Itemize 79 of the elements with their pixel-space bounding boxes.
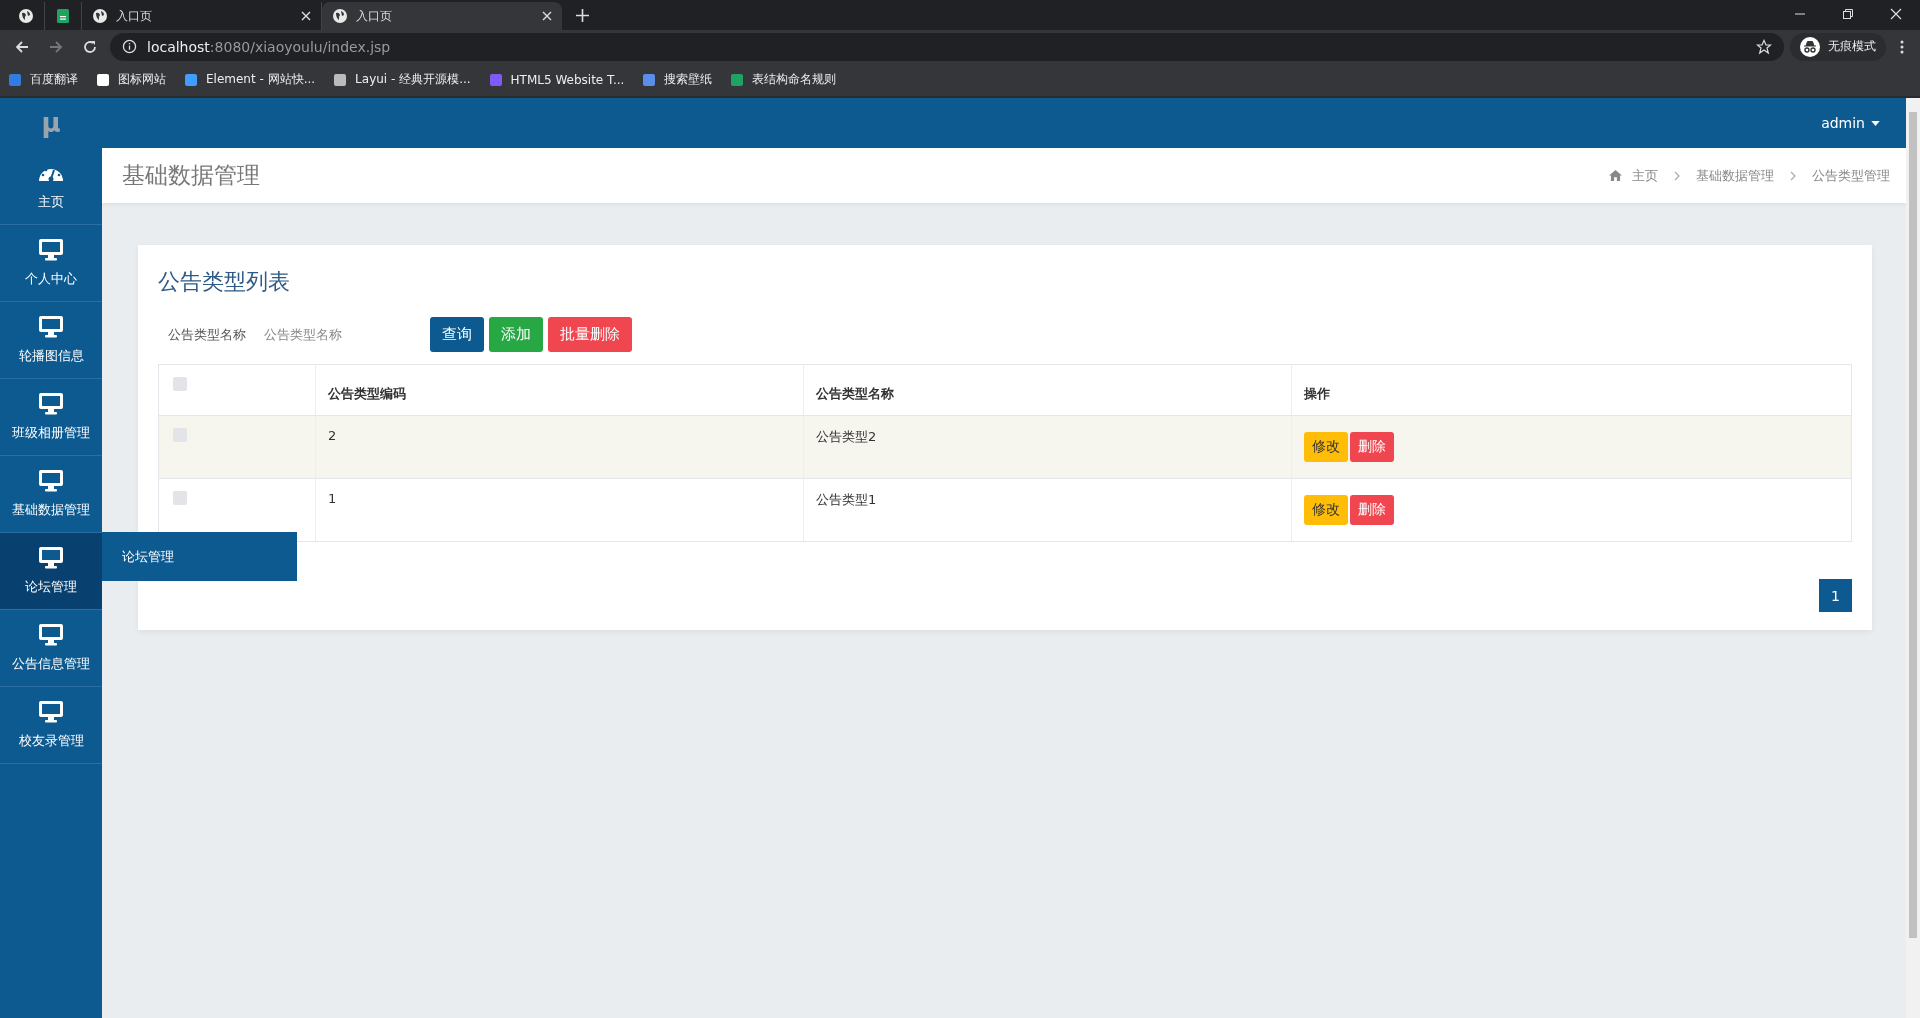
incognito-button[interactable]: 无痕模式 (1790, 32, 1886, 61)
incognito-icon (1800, 36, 1820, 57)
tab-title: 入口页 (356, 7, 393, 25)
reload-icon[interactable] (82, 38, 98, 55)
page-title: 基础数据管理 (122, 161, 260, 190)
monitor-icon (37, 700, 65, 724)
breadcrumb-link[interactable]: 基础数据管理 (1696, 166, 1774, 185)
close-icon[interactable] (542, 11, 552, 21)
new-tab-icon[interactable] (576, 9, 589, 22)
checkbox[interactable] (173, 491, 187, 505)
bookmark-icon (730, 72, 745, 87)
column-header: 公告类型编码 (316, 365, 804, 415)
bookmark-icon (184, 72, 198, 87)
breadcrumb-link[interactable]: 公告类型管理 (1812, 166, 1890, 185)
page-button[interactable]: 1 (1819, 579, 1852, 612)
bookmark-icon (333, 72, 348, 87)
bookmark-icon (8, 72, 22, 87)
user-menu[interactable]: admin (1821, 115, 1880, 131)
bookmark-icon (488, 72, 503, 87)
monitor-icon (37, 546, 65, 570)
action-button[interactable]: 查询 (430, 317, 484, 352)
bookmark[interactable]: Layui - 经典开源模... (333, 71, 471, 88)
monitor-icon (37, 238, 65, 262)
bookmark[interactable]: 搜索壁纸 (642, 71, 713, 88)
url-text: localhost:8080/xiaoyoulu/index.jsp (147, 38, 391, 55)
globe-icon (92, 8, 108, 24)
monitor-icon (37, 623, 65, 647)
sidebar-item[interactable]: 个人中心 (0, 225, 102, 302)
sidebar-item[interactable]: 公告信息管理 (0, 610, 102, 687)
globe-icon (18, 8, 34, 24)
browser-tab[interactable]: 入口页 (322, 2, 562, 30)
edit-button[interactable]: 修改 (1304, 495, 1348, 525)
submenu-item[interactable]: 论坛管理 (102, 532, 297, 581)
restore-icon[interactable] (1842, 8, 1854, 20)
monitor-icon (37, 392, 65, 416)
delete-button[interactable]: 删除 (1350, 432, 1394, 462)
info-icon (122, 39, 137, 54)
chevron-icon (1790, 170, 1796, 181)
card-title: 公告类型列表 (158, 268, 291, 296)
sidebar-item[interactable]: 轮播图信息 (0, 302, 102, 379)
caret-icon (1871, 120, 1880, 126)
close-icon[interactable] (301, 11, 311, 21)
forward-icon[interactable] (48, 38, 64, 55)
delete-button[interactable]: 删除 (1350, 495, 1394, 525)
table-cell: 2 (316, 416, 804, 478)
back-icon[interactable] (14, 38, 30, 55)
bookmark[interactable]: 百度翻译 (8, 71, 78, 88)
address-bar[interactable]: localhost:8080/xiaoyoulu/index.jsp (110, 32, 1784, 61)
close-icon[interactable] (1890, 8, 1902, 20)
bookmark[interactable]: HTML5 Website T... (488, 72, 625, 87)
edit-button[interactable]: 修改 (1304, 432, 1348, 462)
monitor-icon (37, 315, 65, 339)
chevron-icon (1674, 170, 1680, 181)
monitor-icon (37, 469, 65, 493)
sidebar-item[interactable]: 校友录管理 (0, 687, 102, 764)
bookmark[interactable]: Element - 网站快... (184, 71, 316, 88)
more-icon[interactable] (1900, 38, 1904, 55)
globe-icon (332, 8, 348, 24)
bookmark-icon (642, 72, 657, 87)
field-label: 公告类型名称 (168, 325, 246, 344)
table-cell: 1 (316, 479, 804, 541)
breadcrumb-link[interactable]: 主页 (1632, 166, 1658, 185)
bookmark[interactable]: 表结构命名规则 (730, 71, 837, 88)
table-cell: 公告类型2 (804, 416, 1292, 478)
column-header: 操作 (1303, 385, 1331, 403)
column-header: 公告类型名称 (804, 365, 1292, 415)
home-icon (1609, 170, 1622, 181)
sidebar-item[interactable]: 班级相册管理 (0, 379, 102, 456)
spreadsheet-icon (55, 8, 71, 24)
star-icon[interactable] (1756, 38, 1772, 55)
bookmark-icon (96, 72, 110, 87)
table-cell: 公告类型1 (804, 479, 1292, 541)
bookmark[interactable]: 图标网站 (96, 71, 166, 88)
scrollbar[interactable] (1906, 98, 1920, 1018)
tab-title: 入口页 (116, 7, 153, 25)
logo: μ (40, 107, 62, 140)
checkbox[interactable] (173, 377, 187, 391)
sidebar-item[interactable]: 论坛管理 (0, 533, 102, 610)
action-button[interactable]: 批量删除 (548, 317, 632, 352)
